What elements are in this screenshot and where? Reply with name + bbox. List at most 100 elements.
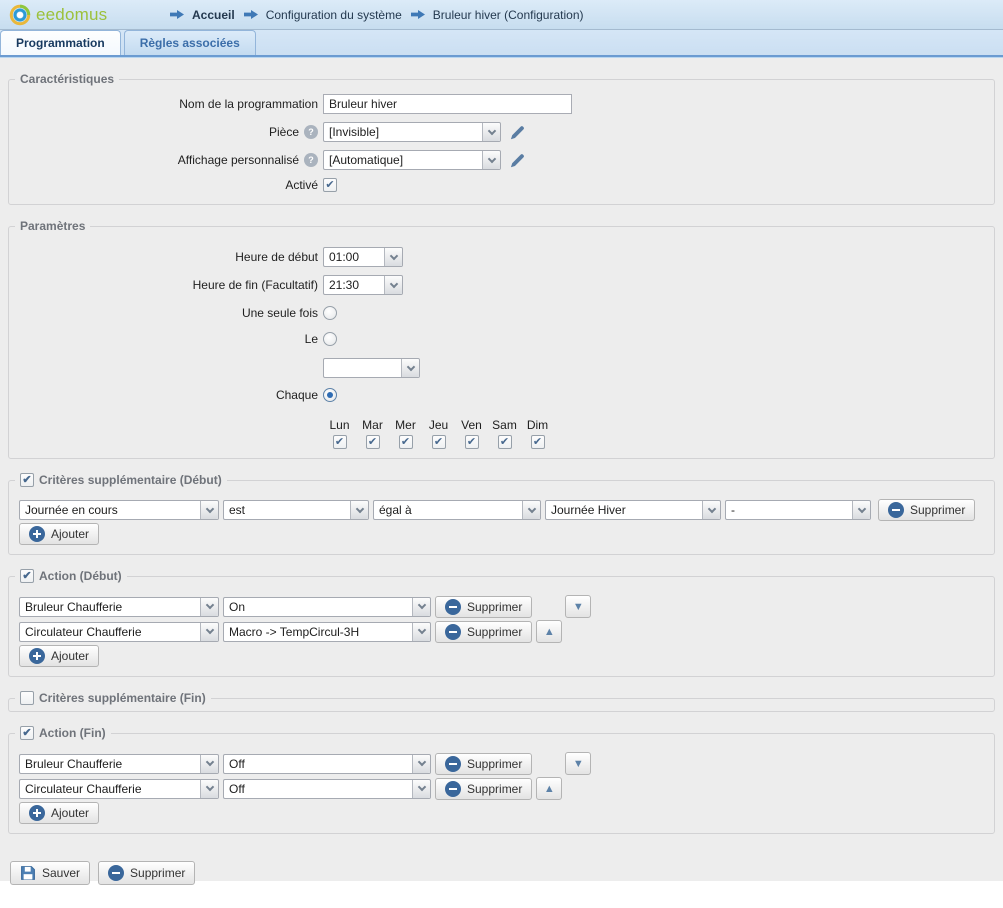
chevron-down-icon[interactable] [852,501,870,519]
add-action-button[interactable]: Ajouter [19,802,99,824]
room-select[interactable]: [Invisible] [323,122,501,142]
day-jeu-checkbox[interactable] [432,435,446,449]
edit-pencil-icon[interactable] [509,152,526,169]
save-button[interactable]: Sauver [10,861,90,885]
criteres-fin-checkbox[interactable] [20,691,34,705]
chevron-down-icon[interactable] [702,501,720,519]
criteria-device-select[interactable]: Journée en cours [19,500,219,520]
weekday-picker: Lun Mar Mer Jeu Ven [323,418,984,449]
action-value-select[interactable]: Macro -> TempCircul-3H [223,622,431,642]
name-label: Nom de la programmation [19,97,318,111]
action-device-select[interactable]: Bruleur Chaufferie [19,597,219,617]
chevron-down-icon[interactable] [412,780,430,798]
delete-criteria-button[interactable]: Supprimer [878,499,975,521]
each-radio[interactable] [323,388,337,402]
add-criteria-button[interactable]: Ajouter [19,523,99,545]
start-time-select[interactable]: 01:00 [323,247,403,267]
day-ven-checkbox[interactable] [465,435,479,449]
section-action-debut: Action (Début) Bruleur Chaufferie On Sup… [8,569,995,677]
minus-circle-icon [445,599,461,615]
main-content: Caractéristiques Nom de la programmation… [0,58,1003,881]
footer-actions: Sauver Supprimer [10,861,995,885]
edit-pencil-icon[interactable] [509,124,526,141]
move-down-button[interactable]: ▼ [565,752,591,775]
action-value-select[interactable]: On [223,597,431,617]
on-date-radio[interactable] [323,332,337,346]
end-time-label: Heure de fin (Facultatif) [19,278,318,292]
criteria-extra-select[interactable]: - [725,500,871,520]
delete-program-button[interactable]: Supprimer [98,861,195,885]
delete-action-button[interactable]: Supprimer [435,753,532,775]
delete-action-button[interactable]: Supprimer [435,778,532,800]
tab-programmation[interactable]: Programmation [0,30,121,55]
action-value-select[interactable]: Off [223,779,431,799]
program-name-input[interactable] [323,94,572,114]
breadcrumb-arrow-icon [410,9,426,20]
day-lun: Lun [323,418,356,449]
day-jeu: Jeu [422,418,455,449]
tab-regles-associees[interactable]: Règles associées [124,30,256,55]
chevron-down-icon[interactable] [482,151,500,169]
criteria-value-select[interactable]: Journée Hiver [545,500,721,520]
action-fin-checkbox[interactable] [20,726,34,740]
minus-circle-icon [108,865,124,881]
breadcrumb-item-configuration[interactable]: Configuration du système [266,8,402,22]
chevron-down-icon[interactable] [384,248,402,266]
section-caracteristiques-legend: Caractéristiques [15,72,119,86]
chevron-down-icon[interactable] [200,755,218,773]
active-checkbox[interactable] [323,178,337,192]
help-icon[interactable] [304,125,318,139]
chevron-down-icon[interactable] [200,623,218,641]
day-sam-checkbox[interactable] [498,435,512,449]
chevron-down-icon[interactable] [200,598,218,616]
plus-circle-icon [29,648,45,664]
delete-action-button[interactable]: Supprimer [435,621,532,643]
display-select[interactable]: [Automatique] [323,150,501,170]
criteria-operator-select[interactable]: égal à [373,500,541,520]
help-icon[interactable] [304,153,318,167]
section-action-fin: Action (Fin) Bruleur Chaufferie Off Supp… [8,726,995,834]
action-row: Bruleur Chaufferie Off Supprimer ▼ [19,752,984,775]
chevron-down-icon[interactable] [384,276,402,294]
chevron-down-icon[interactable] [482,123,500,141]
chevron-down-icon[interactable] [412,755,430,773]
minus-circle-icon [445,781,461,797]
day-mar-checkbox[interactable] [366,435,380,449]
chevron-down-icon[interactable] [200,780,218,798]
action-device-select[interactable]: Bruleur Chaufferie [19,754,219,774]
action-value-select[interactable]: Off [223,754,431,774]
add-action-button[interactable]: Ajouter [19,645,99,667]
breadcrumb: Accueil Configuration du système Bruleur… [169,8,584,22]
chevron-down-icon[interactable] [412,598,430,616]
move-up-button[interactable]: ▲ [536,777,562,800]
day-mer-checkbox[interactable] [399,435,413,449]
minus-circle-icon [445,624,461,640]
on-date-label: Le [19,332,318,346]
move-up-button[interactable]: ▲ [536,620,562,643]
move-down-button[interactable]: ▼ [565,595,591,618]
room-label: Pièce [19,125,318,139]
action-device-select[interactable]: Circulateur Chaufferie [19,779,219,799]
date-select[interactable] [323,358,420,378]
breadcrumb-item-accueil[interactable]: Accueil [192,8,235,22]
start-time-label: Heure de début [19,250,318,264]
each-label: Chaque [19,388,318,402]
action-row: Circulateur Chaufferie Macro -> TempCirc… [19,620,984,643]
delete-action-button[interactable]: Supprimer [435,596,532,618]
once-label: Une seule fois [19,306,318,320]
chevron-down-icon[interactable] [412,623,430,641]
chevron-down-icon[interactable] [200,501,218,519]
day-lun-checkbox[interactable] [333,435,347,449]
eedomus-logo[interactable]: eedomus [9,4,149,26]
chevron-down-icon[interactable] [401,359,419,377]
criteres-debut-checkbox[interactable] [20,473,34,487]
day-dim-checkbox[interactable] [531,435,545,449]
chevron-down-icon[interactable] [522,501,540,519]
criteria-verb-select[interactable]: est [223,500,369,520]
chevron-down-icon[interactable] [350,501,368,519]
section-action-fin-legend: Action (Fin) [39,726,106,740]
action-debut-checkbox[interactable] [20,569,34,583]
action-device-select[interactable]: Circulateur Chaufferie [19,622,219,642]
end-time-select[interactable]: 21:30 [323,275,403,295]
once-radio[interactable] [323,306,337,320]
